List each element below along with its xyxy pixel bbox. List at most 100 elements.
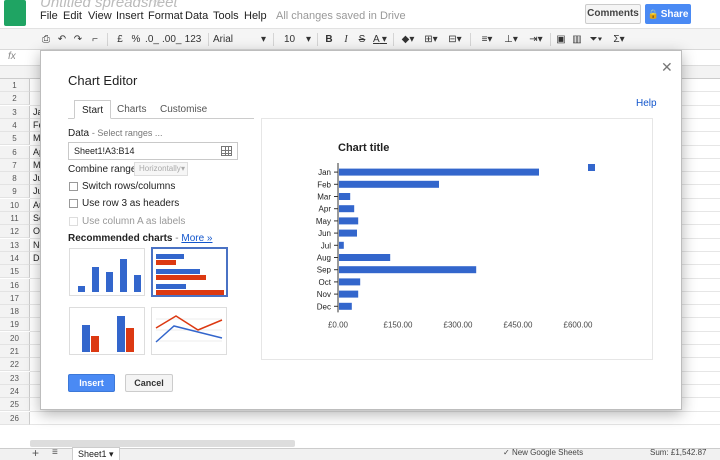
- paint-format-icon[interactable]: ⌐: [89, 32, 101, 47]
- row-header[interactable]: 6: [0, 145, 30, 159]
- row-header[interactable]: 5: [0, 132, 30, 146]
- tab-start[interactable]: Start: [74, 100, 112, 119]
- row-header[interactable]: 17: [0, 291, 30, 305]
- functions-icon[interactable]: Σ▾: [610, 32, 628, 47]
- range-input[interactable]: [68, 142, 238, 160]
- thumb-line-chart[interactable]: [151, 307, 227, 355]
- strikethrough-button[interactable]: S: [357, 32, 367, 47]
- italic-button[interactable]: I: [341, 32, 351, 47]
- horizontal-scrollbar[interactable]: [30, 440, 295, 447]
- thumb-clustered-column-chart[interactable]: [69, 307, 145, 355]
- row-gridline: [30, 410, 720, 412]
- currency-button[interactable]: £: [115, 32, 125, 47]
- row-header[interactable]: 22: [0, 358, 30, 372]
- star-icon[interactable]: ☆: [152, 0, 163, 10]
- row-header[interactable]: 14: [0, 251, 30, 265]
- vertical-align-icon[interactable]: ⊥▾: [502, 32, 520, 47]
- row-header[interactable]: 4: [0, 118, 30, 132]
- thumb-bar: [134, 275, 141, 292]
- help-link[interactable]: Help: [636, 98, 657, 109]
- increase-decimal-button[interactable]: .00_: [162, 32, 181, 47]
- insert-button[interactable]: Insert: [68, 374, 115, 392]
- print-icon[interactable]: ⎙: [40, 32, 52, 47]
- row-header[interactable]: 20: [0, 331, 30, 345]
- menu-view[interactable]: View: [88, 10, 112, 22]
- add-sheet-icon[interactable]: +: [32, 446, 39, 460]
- insert-chart-icon[interactable]: ▥: [571, 32, 583, 47]
- percent-button[interactable]: %: [131, 32, 141, 47]
- menu-data[interactable]: Data: [185, 10, 208, 22]
- text-color-label: A: [373, 34, 380, 45]
- font-size-label: 10: [284, 34, 296, 45]
- category-label: Jan: [318, 168, 331, 177]
- sum-readout[interactable]: Sum: £1,542.87: [650, 448, 706, 457]
- font-label: Arial: [213, 34, 234, 45]
- legend-swatch: [588, 164, 595, 171]
- row-header[interactable]: 16: [0, 278, 30, 292]
- row-header[interactable]: 8: [0, 172, 30, 186]
- row-header[interactable]: 7: [0, 158, 30, 172]
- row-header[interactable]: 23: [0, 371, 30, 385]
- menu-edit[interactable]: Edit: [63, 10, 82, 22]
- thumb-bar-chart[interactable]: [151, 247, 228, 297]
- menu-tools[interactable]: Tools: [213, 10, 239, 22]
- switch-rows-checkbox[interactable]: [69, 182, 78, 191]
- font-size-dropdown[interactable]: 10 ▾: [284, 32, 314, 47]
- tab-customise[interactable]: Customise: [153, 100, 214, 119]
- bold-button[interactable]: B: [324, 32, 334, 47]
- row-header[interactable]: 1: [0, 79, 30, 92]
- font-dropdown[interactable]: Arial ▾: [213, 32, 268, 47]
- row-header[interactable]: 12: [0, 225, 30, 239]
- row-header[interactable]: 25: [0, 398, 30, 412]
- row-header[interactable]: 26: [0, 411, 30, 425]
- fx-icon: fx: [8, 51, 16, 62]
- decrease-decimal-button[interactable]: .0_: [145, 32, 159, 47]
- close-icon[interactable]: ✕: [661, 59, 673, 76]
- menu-insert[interactable]: Insert: [116, 10, 144, 22]
- number-format-label: 123: [184, 34, 202, 45]
- category-label: Dec: [317, 302, 331, 311]
- row-header[interactable]: 15: [0, 265, 30, 279]
- text-color-button[interactable]: A ▾: [372, 32, 388, 47]
- row-header[interactable]: 19: [0, 318, 30, 332]
- sheet-tab[interactable]: Sheet1 ▾: [72, 447, 120, 460]
- thumb-bar: [91, 336, 99, 352]
- row-header[interactable]: 11: [0, 212, 30, 225]
- fill-color-icon[interactable]: ◆▾: [399, 32, 417, 47]
- row-header[interactable]: 10: [0, 198, 30, 212]
- thumb-column-chart[interactable]: [69, 248, 145, 296]
- undo-icon[interactable]: ↶: [56, 32, 68, 47]
- row-header[interactable]: 2: [0, 92, 30, 106]
- doc-header: Untitled spreadsheet ☆ File Edit View In…: [0, 0, 720, 28]
- menu-help[interactable]: Help: [244, 10, 267, 22]
- cancel-button[interactable]: Cancel: [125, 374, 173, 392]
- category-label: May: [316, 217, 331, 226]
- share-button[interactable]: 🔒 Share: [645, 4, 691, 24]
- sheet-list-icon[interactable]: ≡: [52, 447, 58, 458]
- new-sheets-badge[interactable]: ✓ New Google Sheets: [503, 448, 583, 457]
- row-header[interactable]: 3: [0, 105, 30, 119]
- row-header[interactable]: 21: [0, 345, 30, 358]
- row-header[interactable]: 24: [0, 384, 30, 398]
- menu-format[interactable]: Format: [148, 10, 183, 22]
- borders-icon[interactable]: ⊞▾: [422, 32, 440, 47]
- chart-editor-dialog: Chart Editor ✕ Help Start Charts Customi…: [40, 50, 682, 410]
- more-charts-link[interactable]: More »: [181, 233, 212, 244]
- row-header[interactable]: 9: [0, 185, 30, 199]
- merge-cells-icon[interactable]: ⊟▾: [446, 32, 464, 47]
- row-headers-checkbox[interactable]: [69, 199, 78, 208]
- filter-icon[interactable]: ⏷▾: [587, 32, 605, 47]
- insert-comment-icon[interactable]: ▣: [555, 32, 567, 47]
- row-header[interactable]: 18: [0, 305, 30, 319]
- select-range-icon[interactable]: [221, 146, 232, 156]
- row-header[interactable]: 13: [0, 238, 30, 252]
- switch-rows-label: Switch rows/columns: [82, 181, 176, 192]
- number-format-dropdown[interactable]: 123 ▾: [181, 32, 205, 60]
- align-left-icon[interactable]: ≡▾: [478, 32, 496, 47]
- menu-file[interactable]: File: [40, 10, 58, 22]
- comments-button[interactable]: Comments: [585, 4, 641, 24]
- wrap-text-icon[interactable]: ⇥▾: [527, 32, 545, 47]
- tab-charts[interactable]: Charts: [110, 100, 153, 119]
- redo-icon[interactable]: ↷: [72, 32, 84, 47]
- sheet-bar: + ≡ Sheet1 ▾ ✓ New Google Sheets Sum: £1…: [0, 446, 720, 460]
